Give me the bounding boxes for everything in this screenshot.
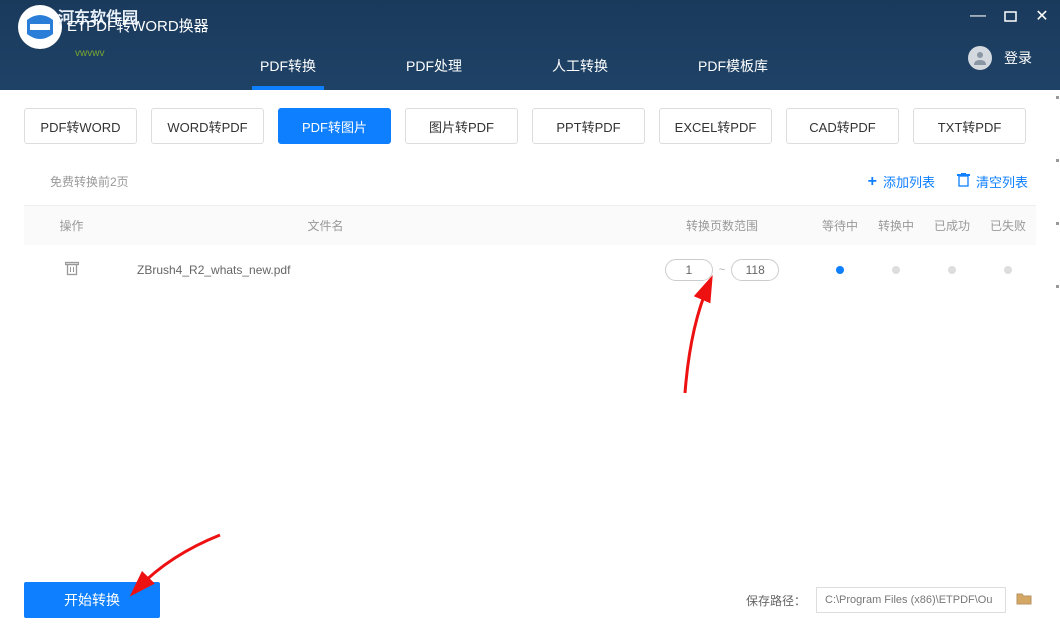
clear-list-button[interactable]: 清空列表: [957, 172, 1028, 191]
plus-icon: +: [868, 173, 877, 191]
login-button[interactable]: 登录: [968, 46, 1032, 70]
tab-word-to-pdf[interactable]: WORD转PDF: [151, 108, 264, 144]
tab-pdf-to-image[interactable]: PDF转图片: [278, 108, 391, 144]
page-from-input[interactable]: [665, 259, 713, 281]
add-label: 添加列表: [883, 172, 935, 191]
col-failed: 已失败: [980, 217, 1036, 234]
tab-ppt-to-pdf[interactable]: PPT转PDF: [532, 108, 645, 144]
status-failed-dot: [1004, 266, 1012, 274]
clear-label: 清空列表: [976, 172, 1028, 191]
nav-manual[interactable]: 人工转换: [552, 44, 608, 90]
free-tip: 免费转换前2页: [50, 173, 129, 190]
sub-tabs: PDF转WORD WORD转PDF PDF转图片 图片转PDF PPT转PDF …: [24, 108, 1036, 144]
main-nav: PDF转换 PDF处理 人工转换 PDF模板库: [0, 45, 1060, 90]
avatar-icon: [968, 46, 992, 70]
range-separator: ~: [719, 264, 725, 276]
annotation-arrow-1: [680, 278, 720, 403]
app-title: ETPDF转WORD换器: [67, 15, 209, 36]
col-converting: 转换中: [868, 217, 924, 234]
tab-txt-to-pdf[interactable]: TXT转PDF: [913, 108, 1026, 144]
col-operation: 操作: [24, 217, 119, 234]
file-name: ZBrush4_R2_whats_new.pdf: [119, 263, 632, 277]
nav-templates[interactable]: PDF模板库: [698, 44, 768, 90]
col-filename: 文件名: [119, 217, 632, 234]
save-path-input[interactable]: C:\Program Files (x86)\ETPDF\Ou: [816, 587, 1006, 613]
tab-excel-to-pdf[interactable]: EXCEL转PDF: [659, 108, 772, 144]
col-range: 转换页数范围: [632, 217, 812, 234]
status-converting-dot: [892, 266, 900, 274]
url-fragment: vwvwv: [75, 48, 104, 59]
add-list-button[interactable]: + 添加列表: [868, 172, 935, 191]
table-row: ZBrush4_R2_whats_new.pdf ~: [24, 245, 1036, 295]
start-convert-button[interactable]: 开始转换: [24, 582, 160, 618]
status-waiting-dot: [836, 266, 844, 274]
trash-icon: [957, 173, 970, 190]
delete-row-button[interactable]: [65, 261, 79, 279]
page-to-input[interactable]: [731, 259, 779, 281]
titlebar: 河东软件园 vwvwv ETPDF转WORD换器 — ✕ PDF转换 PDF处理…: [0, 0, 1060, 90]
tab-cad-to-pdf[interactable]: CAD转PDF: [786, 108, 899, 144]
side-decoration: [1054, 90, 1060, 640]
login-label: 登录: [1004, 48, 1032, 68]
col-success: 已成功: [924, 217, 980, 234]
status-success-dot: [948, 266, 956, 274]
tab-pdf-to-word[interactable]: PDF转WORD: [24, 108, 137, 144]
nav-pdf-convert[interactable]: PDF转换: [260, 44, 316, 90]
file-table: 操作 文件名 转换页数范围 等待中 转换中 已成功 已失败 ZBrush4_R2…: [24, 205, 1036, 295]
maximize-button[interactable]: [1000, 6, 1020, 26]
save-path-label: 保存路径：: [746, 592, 806, 609]
nav-pdf-process[interactable]: PDF处理: [406, 44, 462, 90]
minimize-button[interactable]: —: [968, 6, 988, 26]
close-button[interactable]: ✕: [1032, 6, 1052, 26]
col-waiting: 等待中: [812, 217, 868, 234]
tab-image-to-pdf[interactable]: 图片转PDF: [405, 108, 518, 144]
browse-folder-button[interactable]: [1016, 592, 1036, 608]
